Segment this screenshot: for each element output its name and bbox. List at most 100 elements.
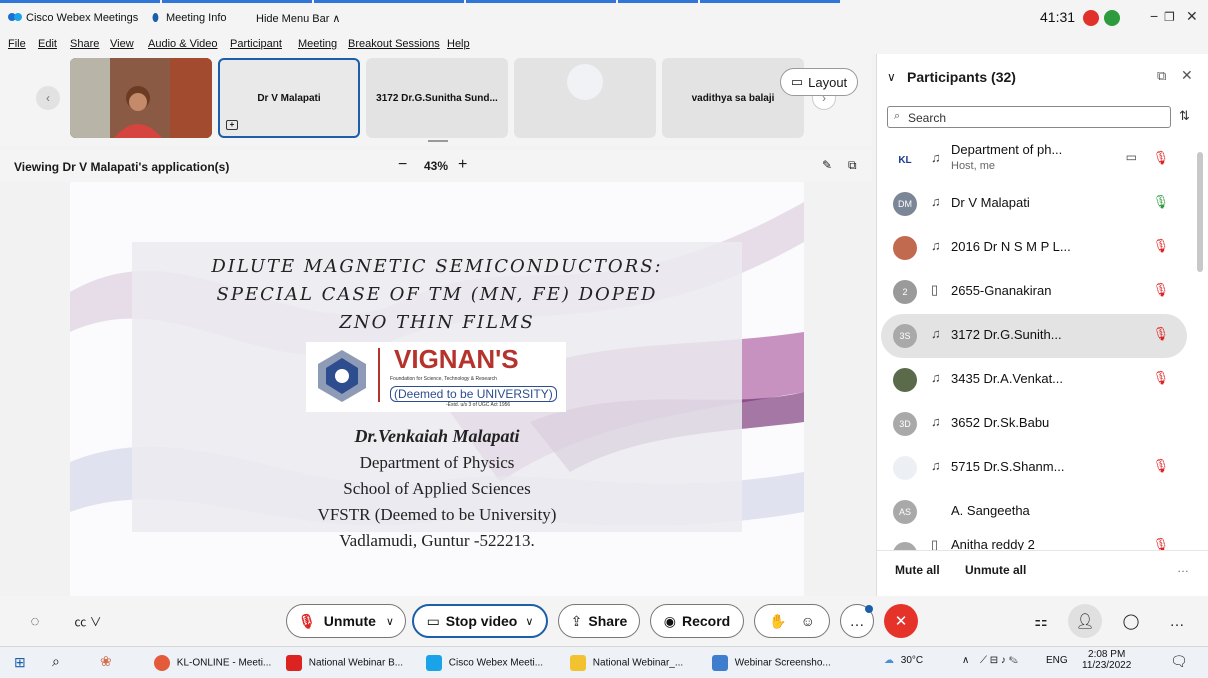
pdf-icon <box>286 655 302 671</box>
popout-view-icon[interactable]: ⧉ <box>848 158 857 173</box>
annotate-icon[interactable]: ✎ <box>822 158 832 172</box>
participant-row[interactable]: 2 ▯ 2655-Gnanakiran 🎙︎ <box>881 270 1187 314</box>
input-language[interactable]: ENG <box>1046 655 1068 666</box>
more-panels-icon[interactable]: … <box>1160 604 1194 638</box>
menu-view[interactable]: View <box>110 38 134 50</box>
apps-icon[interactable]: ⚏ <box>1024 604 1058 638</box>
hide-menu-bar-button[interactable]: Hide Menu Bar ∧ <box>256 12 340 25</box>
taskbar-app-webex[interactable]: Cisco Webex Meeti... <box>426 655 543 671</box>
menu-participant[interactable]: Participant <box>230 38 282 50</box>
unmute-label: Unmute <box>323 613 376 629</box>
muted-mic-icon[interactable]: 🎙︎ <box>1152 326 1169 342</box>
video-tile[interactable] <box>514 58 656 138</box>
image-viewer-icon <box>712 655 728 671</box>
captions-button[interactable]: ㏄ ∨ <box>66 604 110 638</box>
zoom-out-button[interactable]: − <box>398 156 407 174</box>
strip-prev-button[interactable]: ‹ <box>36 86 60 110</box>
participant-row[interactable]: AS A. Sangeetha <box>881 490 1187 534</box>
menu-breakout-sessions[interactable]: Breakout Sessions <box>348 38 440 50</box>
menu-file[interactable]: File <box>8 38 26 50</box>
participant-row[interactable]: A2 ▯ Anitha reddy 2 🎙︎ <box>881 534 1187 550</box>
sort-icon[interactable]: ⇅ <box>1179 108 1190 124</box>
presentation-slide: DILUTE MAGNETIC SEMICONDUCTORS: SPECIAL … <box>70 182 804 596</box>
muted-mic-icon[interactable]: 🎙︎ <box>1152 458 1169 474</box>
more-icon: … <box>849 612 865 630</box>
taskbar-app-chrome[interactable]: KL-ONLINE - Meeti... <box>154 655 271 671</box>
record-button[interactable]: ◉ Record <box>650 604 744 638</box>
clock[interactable]: 2:08 PM 11/23/2022 <box>1082 649 1131 671</box>
menu-share[interactable]: Share <box>70 38 99 50</box>
video-tile[interactable]: 3172 Dr.G.Sunitha Sund... <box>366 58 508 138</box>
menu-edit[interactable]: Edit <box>38 38 57 50</box>
share-icon: ⇪ <box>570 612 583 629</box>
notifications-icon[interactable]: 🗨︎ <box>1170 653 1188 670</box>
collapse-chevron-icon[interactable]: ∨ <box>887 70 896 84</box>
taskbar-app-screenshot[interactable]: Webinar Screensho... <box>712 655 831 671</box>
muted-mic-icon[interactable]: 🎙︎ <box>1152 537 1169 550</box>
menu-audio-video[interactable]: Audio & Video <box>148 38 218 50</box>
taskbar-app-pdf[interactable]: National Webinar B... <box>286 655 403 671</box>
unmute-all-button[interactable]: Unmute all <box>965 563 1026 577</box>
avatar <box>893 368 917 392</box>
participant-row[interactable]: 3D ♫ 3652 Dr.Sk.Babu <box>881 402 1187 446</box>
pinned-app-icon[interactable]: ❀ <box>100 653 112 670</box>
participant-row[interactable]: DM ♫ Dr V Malapati 🎙︎ <box>881 182 1187 226</box>
close-panel-icon[interactable]: ✕ <box>1181 67 1193 84</box>
headset-icon: ♫ <box>931 458 941 473</box>
participant-row[interactable]: ♫ 2016 Dr N S M P L... 🎙︎ <box>881 226 1187 270</box>
participant-row[interactable]: ♫ 5715 Dr.S.Shanm... 🎙︎ <box>881 446 1187 490</box>
self-video-tile[interactable] <box>70 58 212 138</box>
reactions-group[interactable]: ✋ ☺ <box>754 604 830 638</box>
minimize-icon[interactable]: − <box>1150 8 1158 24</box>
more-options-icon[interactable]: … <box>1177 561 1189 575</box>
muted-mic-icon[interactable]: 🎙︎ <box>1152 238 1169 254</box>
unmute-button[interactable]: 🎙︎ Unmute ∨ <box>286 604 406 638</box>
resize-handle[interactable] <box>428 140 448 142</box>
phone-icon: ▯ <box>931 282 939 297</box>
meeting-info-button[interactable]: ⬮ Meeting Info <box>152 12 227 25</box>
close-icon[interactable]: ✕ <box>1186 8 1198 25</box>
participant-name: 3172 Dr.G.Sunith... <box>951 327 1062 342</box>
muted-mic-icon[interactable]: 🎙︎ <box>1152 370 1169 386</box>
mute-all-button[interactable]: Mute all <box>895 563 940 577</box>
video-tile[interactable]: Dr V Malapati + <box>218 58 360 138</box>
participants-icon[interactable]: 👤︎ <box>1068 604 1102 638</box>
unmuted-mic-icon[interactable]: 🎙︎ <box>1152 194 1169 210</box>
layout-button[interactable]: ▭ Layout <box>780 68 858 96</box>
video-tile[interactable]: vadithya sa balaji <box>662 58 804 138</box>
panel-scrollbar[interactable] <box>1195 138 1205 548</box>
stop-video-button[interactable]: ▭ Stop video ∨ <box>412 604 548 638</box>
raise-hand-icon[interactable]: ✋ <box>769 613 786 630</box>
scrollbar-thumb[interactable] <box>1197 152 1203 272</box>
menu-meeting[interactable]: Meeting <box>298 38 337 50</box>
avatar <box>893 236 917 260</box>
taskbar-app-folder[interactable]: National Webinar_... <box>570 655 683 671</box>
video-camera-icon: ▭ <box>1125 150 1137 164</box>
zoom-in-button[interactable]: + <box>458 156 467 174</box>
webex-window: Cisco Webex Meetings ⬮ Meeting Info Hide… <box>0 0 1208 678</box>
more-button[interactable]: … <box>840 604 874 638</box>
search-icon[interactable]: ⌕ <box>52 653 60 670</box>
windows-start-icon[interactable]: ⊞ <box>14 654 26 671</box>
participant-row-selected[interactable]: 3S ♫ 3172 Dr.G.Sunith... 🎙︎ <box>881 314 1187 358</box>
chat-icon[interactable]: ◯ <box>1114 604 1148 638</box>
taskbar-app-label: National Webinar B... <box>308 657 404 669</box>
chevron-down-icon: ∨ <box>385 615 394 628</box>
tray-chevron-icon[interactable]: ∧ <box>962 655 969 666</box>
reactions-icon[interactable]: ☺ <box>801 613 815 629</box>
university-emblem-icon <box>318 350 366 402</box>
share-button[interactable]: ⇪ Share <box>558 604 640 638</box>
connection-status-icon[interactable]: ◌ <box>18 604 52 638</box>
restore-icon[interactable]: ❐ <box>1164 10 1175 24</box>
participant-row[interactable]: KL ♫ Department of ph... Host, me ▭ 🎙︎ <box>881 138 1187 182</box>
search-input[interactable]: ⌕ Search <box>887 106 1171 128</box>
menu-help[interactable]: Help <box>447 38 470 50</box>
muted-mic-icon[interactable]: 🎙︎ <box>1152 282 1169 298</box>
tray-icons[interactable]: ⟋ ⊟ ♪ ✎ <box>980 655 1018 666</box>
popout-panel-icon[interactable]: ⧉ <box>1157 68 1166 84</box>
muted-mic-icon[interactable]: 🎙︎ <box>1152 150 1169 166</box>
weather-widget[interactable]: ☁ 30°C <box>884 655 923 666</box>
participant-row[interactable]: ♫ 3435 Dr.A.Venkat... 🎙︎ <box>881 358 1187 402</box>
leave-meeting-button[interactable]: ✕ <box>884 604 918 638</box>
viewing-label: Viewing Dr V Malapati's application(s) <box>14 160 230 174</box>
